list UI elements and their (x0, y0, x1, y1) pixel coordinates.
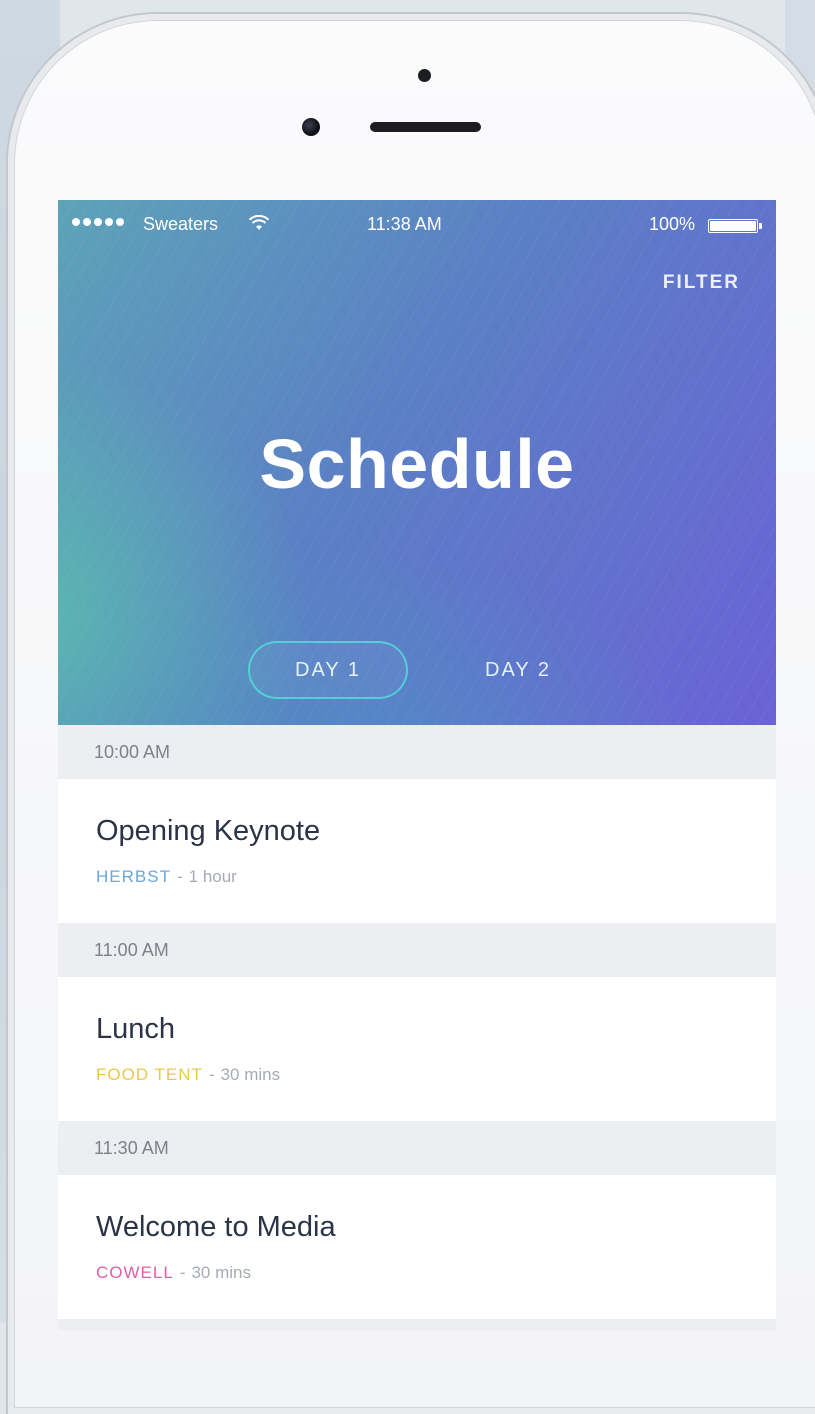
proximity-sensor (418, 69, 431, 82)
time-label: 11:00 AM (94, 939, 169, 960)
event-duration: 1 hour (188, 867, 237, 886)
filter-button[interactable]: FILTER (663, 272, 740, 294)
event-location: COWELL (96, 1263, 174, 1282)
battery-percent: 100% (649, 214, 696, 234)
time-label: 10:00 AM (94, 741, 171, 762)
event-row-opening-keynote[interactable]: Opening Keynote HERBST -1 hour (58, 779, 776, 923)
time-section-header (58, 1319, 776, 1330)
status-time: 11:38 AM (367, 214, 442, 234)
event-location: FOOD TENT (96, 1065, 203, 1084)
event-meta: HERBST -1 hour (96, 867, 237, 887)
event-row-welcome-to-media[interactable]: Welcome to Media COWELL -30 mins (58, 1175, 776, 1319)
event-title: Welcome to Media (96, 1211, 336, 1243)
schedule-list: 10:00 AM Opening Keynote HERBST -1 hour 1… (58, 725, 776, 1330)
time-label: 11:30 AM (94, 1137, 169, 1158)
page-title: Schedule (259, 425, 575, 503)
signal-dots-icon (72, 218, 124, 226)
status-bar: Sweaters 11:38 AM 100% (58, 200, 776, 250)
carrier-name: Sweaters (143, 214, 219, 234)
battery-icon (708, 219, 762, 233)
event-duration: 30 mins (220, 1065, 281, 1084)
wifi-icon (248, 215, 270, 230)
front-camera (302, 118, 320, 136)
event-meta: COWELL -30 mins (96, 1263, 251, 1283)
meta-separator: - (208, 1065, 215, 1084)
schedule-header: Sweaters 11:38 AM 100% FILTER Schedule D… (58, 200, 776, 725)
day-tabs: DAY 1 DAY 2 (248, 641, 598, 699)
time-section-header: 10:00 AM (58, 725, 776, 779)
time-section-header: 11:30 AM (58, 1121, 776, 1175)
event-duration: 30 mins (191, 1263, 251, 1282)
event-location: HERBST (96, 867, 171, 886)
earpiece-speaker (370, 122, 481, 132)
time-section-header: 11:00 AM (58, 923, 776, 977)
event-title: Lunch (96, 1013, 176, 1045)
tab-day-2[interactable]: DAY 2 (438, 641, 598, 699)
event-row-lunch[interactable]: Lunch FOOD TENT -30 mins (58, 977, 776, 1121)
meta-separator: - (179, 1263, 186, 1282)
meta-separator: - (176, 867, 183, 886)
event-title: Opening Keynote (96, 815, 321, 847)
tab-day-1[interactable]: DAY 1 (248, 641, 408, 699)
phone-screen: Sweaters 11:38 AM 100% FILTER Schedule D… (58, 200, 776, 1330)
event-meta: FOOD TENT -30 mins (96, 1065, 280, 1085)
